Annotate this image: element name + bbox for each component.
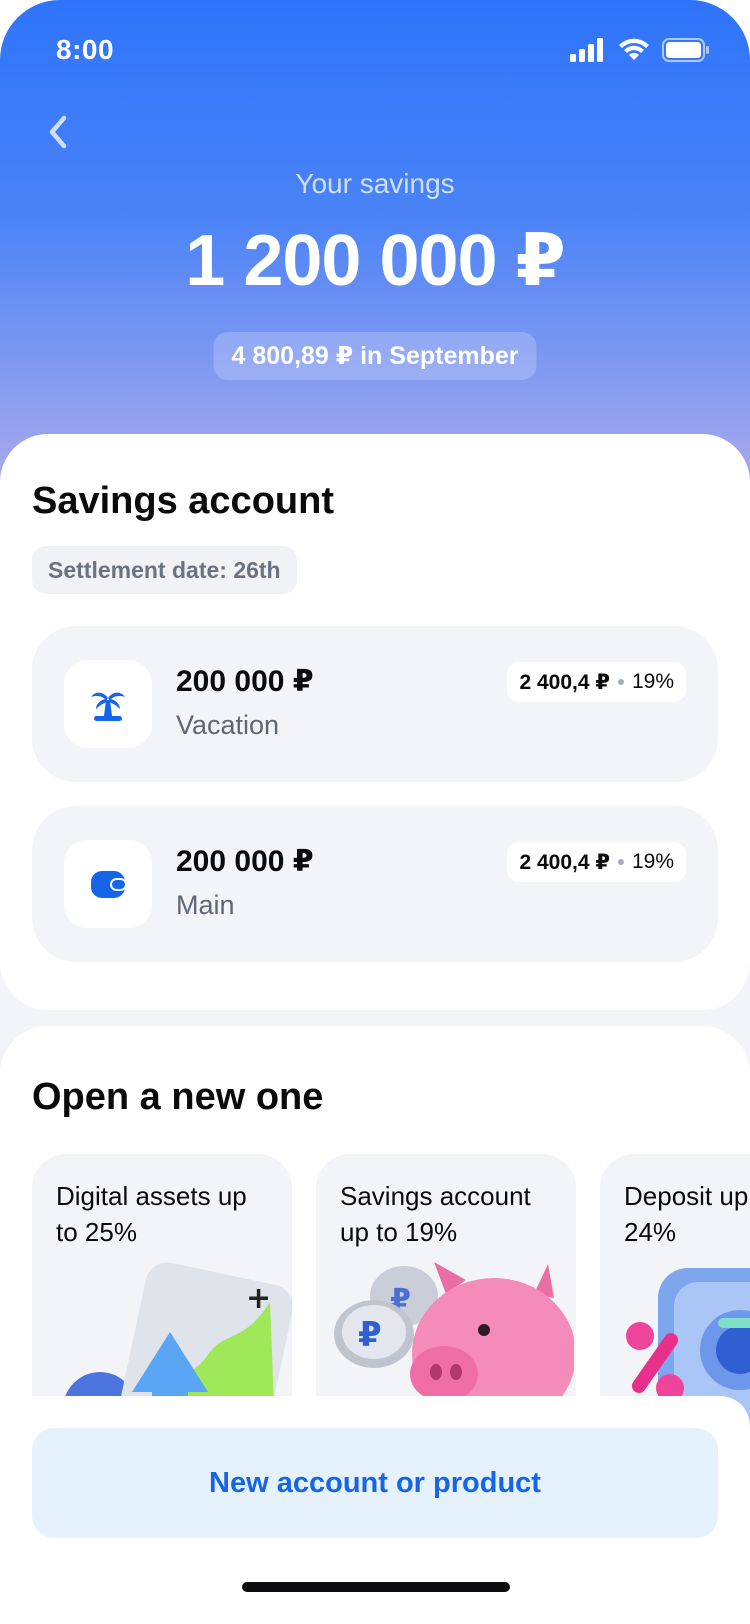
account-row-main[interactable]: 200 000 ₽ Main 2 400,4 ₽ 19% — [32, 806, 718, 962]
status-bar: 8:00 — [0, 0, 750, 100]
account-name: Vacation — [176, 710, 280, 740]
screen: 8:00 Your savings 1 200 000 ₽ 4 800,89 ₽… — [0, 0, 750, 1624]
chevron-left-icon — [49, 115, 67, 149]
battery-icon — [662, 38, 709, 62]
section-title-savings: Savings account — [32, 480, 334, 522]
back-button[interactable] — [34, 108, 82, 156]
bottom-action-bar: New account or product — [0, 1396, 750, 1624]
new-account-button[interactable]: New account or product — [32, 1428, 718, 1538]
product-title: Savings account up to 19% — [340, 1181, 531, 1247]
wallet-icon — [91, 871, 127, 898]
section-title-open-new: Open a new one — [32, 1076, 324, 1118]
wifi-icon — [619, 38, 649, 60]
svg-text:₽: ₽ — [358, 1315, 382, 1355]
status-icons — [570, 38, 710, 62]
account-rate: 19% — [631, 670, 674, 693]
savings-label: Your savings — [295, 168, 455, 199]
product-title: Deposit up to 24% — [624, 1181, 749, 1247]
account-balance: 200 000 ₽ — [176, 845, 314, 878]
home-indicator — [242, 1582, 510, 1592]
account-balance: 200 000 ₽ — [176, 665, 314, 698]
status-time: 8:00 — [56, 34, 115, 65]
account-income: 2 400,4 ₽ — [519, 670, 610, 694]
svg-text:+: + — [246, 1281, 271, 1316]
savings-total: 1 200 000 ₽ — [185, 221, 565, 301]
separator-dot — [617, 859, 624, 865]
account-icon-box — [64, 660, 152, 748]
account-rate: 19% — [631, 850, 674, 873]
account-icon-box — [64, 840, 152, 928]
account-rate-badge: 2 400,4 ₽ 19% — [507, 842, 686, 882]
monthly-income-badge: 4 800,89 ₽ in September — [213, 332, 537, 380]
account-income: 2 400,4 ₽ — [519, 850, 610, 874]
account-rate-badge: 2 400,4 ₽ 19% — [507, 662, 686, 702]
palm-tree-icon — [91, 692, 125, 721]
signal-icon — [570, 38, 603, 62]
product-title: Digital assets up to 25% — [56, 1181, 247, 1247]
account-name: Main — [176, 890, 235, 920]
separator-dot — [617, 679, 624, 685]
savings-header: 8:00 Your savings 1 200 000 ₽ 4 800,89 ₽… — [0, 0, 750, 480]
savings-account-section: Savings account Settlement date: 26th 20… — [0, 434, 750, 1010]
account-row-vacation[interactable]: 200 000 ₽ Vacation 2 400,4 ₽ 19% — [32, 626, 718, 782]
settlement-date-badge: Settlement date: 26th — [32, 546, 297, 594]
